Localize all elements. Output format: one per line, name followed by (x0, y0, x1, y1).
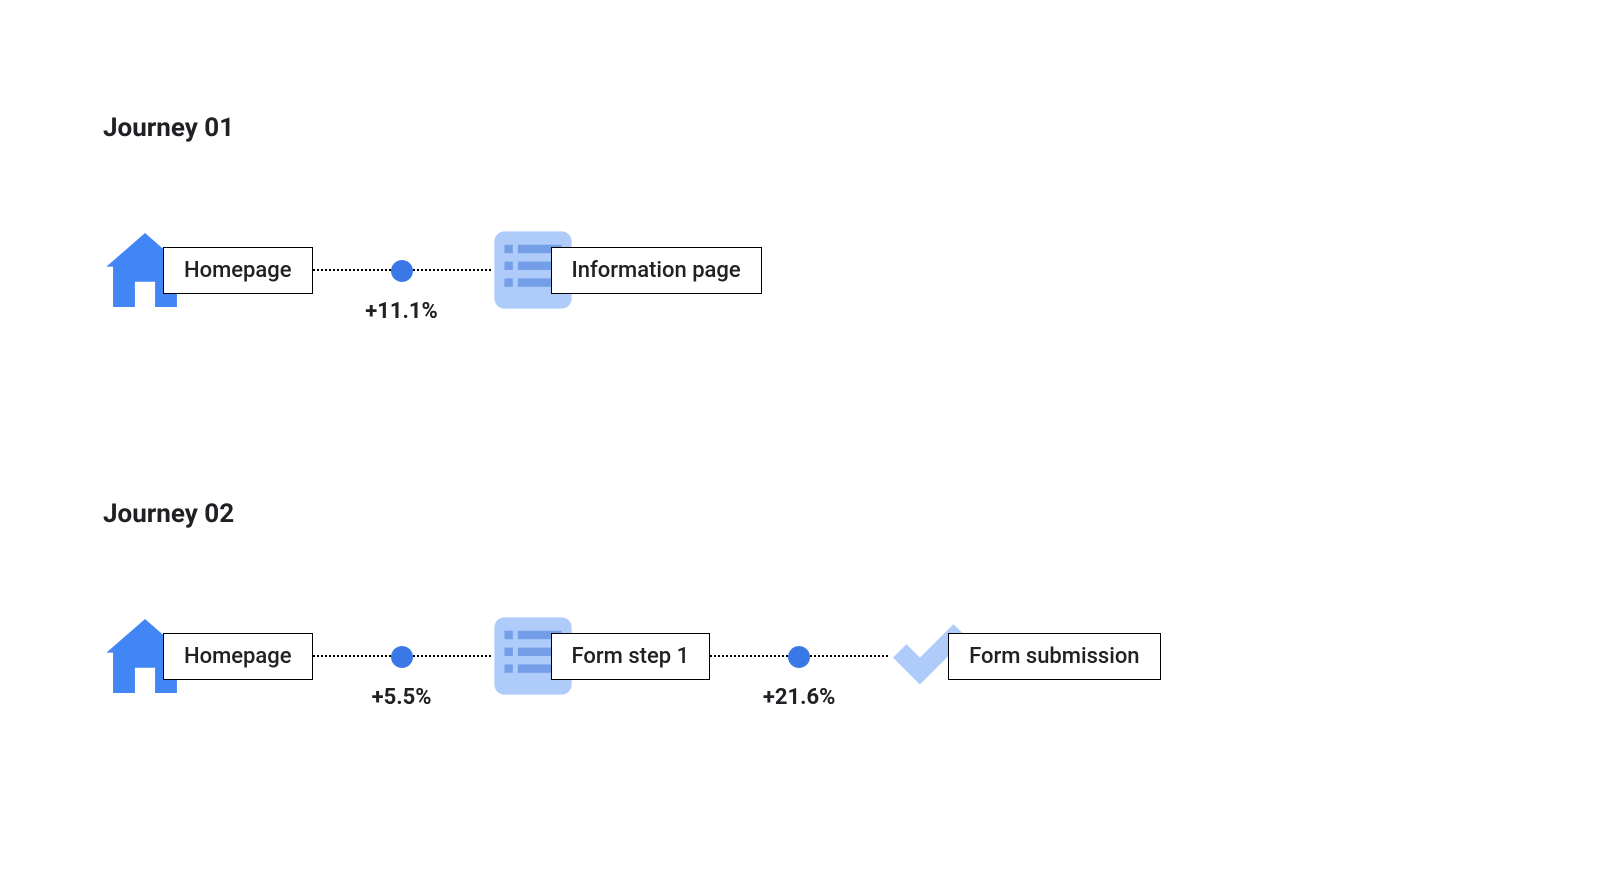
journey-title-2: Journey 02 (103, 499, 234, 529)
step-label: Homepage (163, 633, 313, 680)
journey2-connector-2: +21.6% (710, 655, 888, 657)
journey-row-2: Homepage +5.5% Form step 1 +21.6% (103, 596, 1161, 716)
connector-dot-icon (788, 646, 810, 668)
journey2-step-1: Homepage (103, 614, 313, 698)
connector-dot-icon (391, 646, 413, 668)
journey1-step-2: Information page (491, 228, 762, 312)
journey-row-1: Homepage +11.1% Information page (103, 210, 762, 330)
journey-title-1: Journey 01 (103, 113, 234, 143)
step-label: Form submission (948, 633, 1160, 680)
connector-value: +21.6% (763, 685, 836, 710)
journey2-step-2: Form step 1 (491, 614, 711, 698)
connector-dot-icon (391, 260, 413, 282)
step-label: Information page (551, 247, 762, 294)
step-label: Homepage (163, 247, 313, 294)
journey2-step-3: Form submission (888, 614, 1160, 698)
journey1-connector-1: +11.1% (313, 269, 491, 271)
step-label: Form step 1 (551, 633, 711, 680)
connector-value: +5.5% (372, 685, 432, 710)
connector-value: +11.1% (365, 299, 438, 324)
journey2-connector-1: +5.5% (313, 655, 491, 657)
journey1-step-1: Homepage (103, 228, 313, 312)
